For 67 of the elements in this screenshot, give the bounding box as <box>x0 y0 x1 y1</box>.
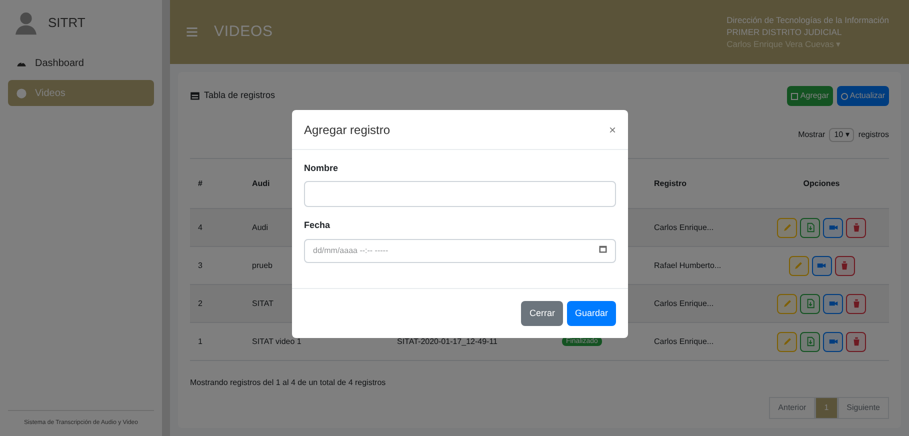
table-cell: SITAT-2020-01-17_12-49-11 <box>397 336 498 346</box>
pencil-button[interactable] <box>777 218 797 238</box>
table-cell: 1 <box>198 336 202 346</box>
trash-button[interactable] <box>834 256 854 276</box>
pagination-button[interactable]: 1 <box>815 397 838 419</box>
table-cell: Carlos Enrique... <box>654 298 714 308</box>
trash-button[interactable] <box>846 332 866 352</box>
file-icon <box>804 298 816 309</box>
pencil-icon <box>782 336 792 347</box>
pencil-icon <box>782 298 792 309</box>
pencil-icon <box>782 222 792 233</box>
sidebar-item[interactable]: Dashboard <box>8 50 154 76</box>
add-button[interactable]: Agregar <box>787 86 833 106</box>
pencil-button[interactable] <box>777 294 797 314</box>
pagination-button[interactable]: Siguiente <box>838 397 889 419</box>
length-select[interactable]: 10 ▾ <box>829 128 854 142</box>
name-field[interactable] <box>304 180 616 206</box>
refresh-button[interactable]: Actualizar <box>836 86 889 106</box>
table-cell: 4 <box>198 222 202 232</box>
close-button[interactable]: × <box>608 120 616 138</box>
column-header: # <box>198 178 202 188</box>
sidebar-item[interactable]: Videos <box>8 80 154 106</box>
table-cell: Audi <box>252 222 268 232</box>
table-cell: prueb <box>252 260 272 270</box>
trash-button[interactable] <box>846 218 866 238</box>
modal-title: Agregar registro <box>304 122 390 138</box>
calendar-icon[interactable] <box>598 244 608 254</box>
video-camera-button[interactable] <box>812 256 832 276</box>
table-cell: SITAT video 1 <box>252 336 302 346</box>
brand-name: SITRT <box>48 14 86 32</box>
video-camera-button[interactable] <box>823 332 843 352</box>
save-button[interactable]: Guardar <box>566 301 616 326</box>
table-icon <box>190 91 200 101</box>
pencil-button[interactable] <box>788 256 808 276</box>
date-field[interactable]: dd/mm/aaaa --:-- ----- <box>304 238 616 262</box>
file-button[interactable] <box>800 218 820 238</box>
table-cell: Carlos Enrique... <box>654 222 714 232</box>
field-label: Fecha <box>304 218 332 232</box>
trash-icon <box>839 260 850 271</box>
table-cell: SITAT <box>252 298 274 308</box>
district-name: PRIMER DISTRITO JUDICIAL <box>726 26 843 38</box>
file-icon <box>804 222 816 233</box>
table-info: Mostrando registros del 1 al 4 de un total de 4 registros <box>190 377 387 389</box>
trash-button[interactable] <box>846 294 866 314</box>
file-button[interactable] <box>800 332 820 352</box>
column-header: Opciones <box>803 178 840 188</box>
video-camera-button[interactable] <box>823 294 843 314</box>
table-cell: 2 <box>198 298 202 308</box>
pencil-icon <box>793 260 804 271</box>
file-button[interactable] <box>800 294 820 314</box>
organization-name: Dirección de Tecnologías de la Información <box>726 14 889 26</box>
table-cell: Carlos Enrique... <box>654 336 714 346</box>
column-header: Registro <box>654 178 686 188</box>
file-icon <box>804 336 816 347</box>
card-title: Tabla de registros <box>204 89 276 102</box>
page-title: VIDEOS <box>214 22 273 42</box>
pencil-button[interactable] <box>777 332 797 352</box>
video-camera-button[interactable] <box>823 218 843 238</box>
field-label: Nombre <box>304 162 340 175</box>
column-header: Audi <box>252 178 270 188</box>
length-label: Mostrar <box>798 129 826 141</box>
pagination-button[interactable]: Anterior <box>769 397 816 419</box>
table-cell: Rafael Humberto... <box>654 260 722 270</box>
length-suffix: registros <box>858 129 889 141</box>
menu-icon[interactable] <box>186 26 198 38</box>
close-dialog-button[interactable]: Cerrar <box>521 301 563 326</box>
table-cell: 3 <box>198 260 202 270</box>
